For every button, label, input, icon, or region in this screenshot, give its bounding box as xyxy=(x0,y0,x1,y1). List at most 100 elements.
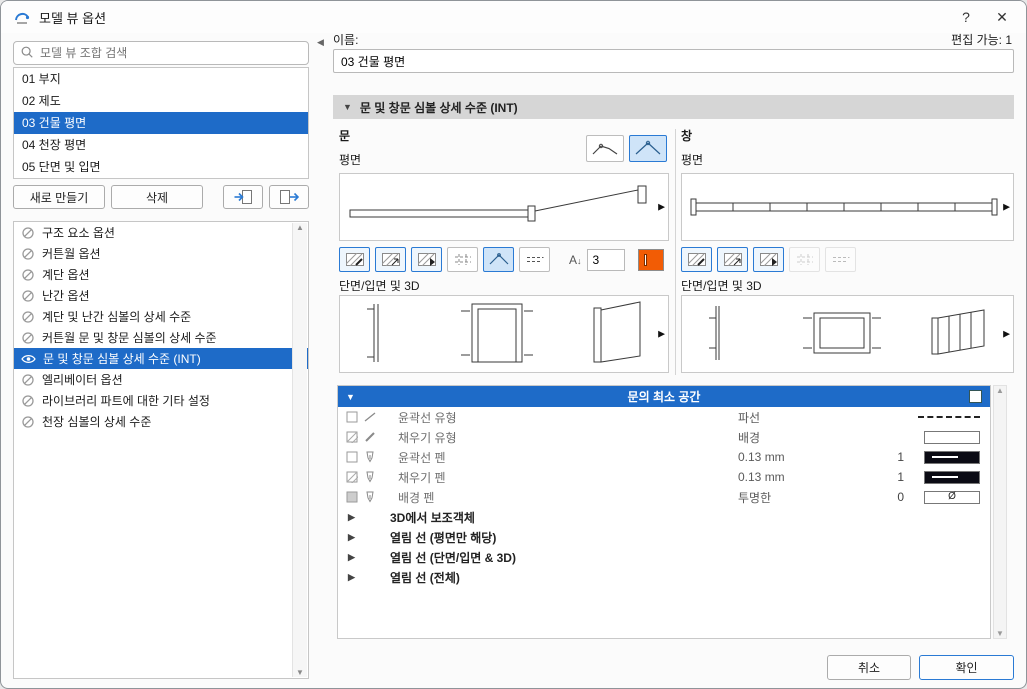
expand-group-icon[interactable]: ▶ xyxy=(346,512,390,523)
cancel-button[interactable]: 취소 xyxy=(827,655,911,680)
row-label: 윤곽선 펜 xyxy=(398,450,446,465)
table-row[interactable]: 윤곽선 펜 0.13 mm 1 xyxy=(338,447,990,467)
options-item[interactable]: 라이브러리 파트에 대한 기타 설정 xyxy=(14,390,308,411)
window-elevation-preview[interactable]: ▶ xyxy=(681,295,1014,373)
search-input[interactable] xyxy=(40,46,302,60)
panel-collapse-arrow[interactable]: ◀ xyxy=(317,37,324,48)
window-grid-toggle[interactable] xyxy=(789,247,820,272)
door-elevation-popup-arrow[interactable]: ▶ xyxy=(658,329,665,340)
options-item-label: 문 및 창문 심볼 상세 수준 (INT) xyxy=(43,352,201,366)
door-plan-style-flat-button[interactable] xyxy=(586,135,624,162)
row-pen: 1 xyxy=(897,470,904,484)
combination-item[interactable]: 04 천장 평면 xyxy=(14,134,308,156)
table-group-collapsed[interactable]: ▶ 열림 선 (전체) xyxy=(338,567,990,587)
window-plan-symbol xyxy=(690,198,998,216)
table-scrollbar[interactable]: ▲ ▼ xyxy=(993,385,1007,639)
window-plan-preview[interactable]: ▶ xyxy=(681,173,1014,241)
scroll-down-icon[interactable]: ▼ xyxy=(296,668,304,677)
import-combination-button[interactable] xyxy=(223,185,263,209)
section-header[interactable]: ▼ 문 및 창문 심볼 상세 수준 (INT) xyxy=(333,95,1014,119)
hidden-eye-icon xyxy=(22,373,34,386)
door-plan-preview[interactable]: ▶ xyxy=(339,173,669,241)
model-view-options-dialog: 모델 뷰 옵션 ? ✕ 01 부지 02 제도 03 건물 평면 04 천장 평… xyxy=(0,0,1027,689)
table-row[interactable]: 채우기 펜 0.13 mm 1 xyxy=(338,467,990,487)
options-item[interactable]: 계단 및 난간 심볼의 상세 수준 xyxy=(14,306,308,327)
table-row[interactable]: 윤곽선 유형 파선 xyxy=(338,407,990,427)
close-button[interactable]: ✕ xyxy=(984,4,1020,30)
options-item[interactable]: 커튼월 문 및 창문 심볼의 상세 수준 xyxy=(14,327,308,348)
window-fill-pen-toggle[interactable] xyxy=(753,247,784,272)
door-dash-toggle[interactable] xyxy=(519,247,550,272)
door-text-size-input[interactable] xyxy=(586,248,625,271)
table-group-header[interactable]: ▼ 문의 최소 공간 xyxy=(338,386,990,407)
pen-bar-icon xyxy=(643,253,647,266)
pen-preview[interactable] xyxy=(924,450,980,464)
scroll-up-icon[interactable]: ▲ xyxy=(996,386,1004,395)
table-group-collapsed[interactable]: ▶ 열림 선 (평면만 해당) xyxy=(338,527,990,547)
options-item[interactable]: 커튼월 옵션 xyxy=(14,243,308,264)
filled-square-icon xyxy=(346,491,358,503)
outline-square-icon xyxy=(346,451,358,463)
row-value[interactable]: 0.13 mm xyxy=(738,450,870,464)
ok-button[interactable]: 확인 xyxy=(919,655,1014,680)
door-grid-toggle[interactable] xyxy=(447,247,478,272)
combination-item[interactable]: 01 부지 xyxy=(14,68,308,90)
combination-item-selected[interactable]: 03 건물 평면 xyxy=(14,112,308,134)
export-combination-button[interactable] xyxy=(269,185,309,209)
window-elevation-popup-arrow[interactable]: ▶ xyxy=(1003,329,1010,340)
scroll-down-icon[interactable]: ▼ xyxy=(996,629,1004,638)
help-button[interactable]: ? xyxy=(948,4,984,30)
table-group-collapsed[interactable]: ▶ 열림 선 (단면/입면 & 3D) xyxy=(338,547,990,567)
expand-group-icon[interactable]: ▶ xyxy=(346,572,390,583)
table-group-collapsed[interactable]: ▶ 3D에서 보조객체 xyxy=(338,507,990,527)
door-fill-pen-toggle[interactable] xyxy=(411,247,442,272)
window-dash-toggle[interactable] xyxy=(825,247,856,272)
options-item[interactable]: 계단 옵션 xyxy=(14,264,308,285)
delete-combination-button[interactable]: 삭제 xyxy=(111,185,203,209)
linetype-icon xyxy=(364,412,376,422)
door-min-space-table: ▼ 문의 최소 공간 윤곽선 유형 파선 채우기 유형 배경 윤곽선 펜 0.1… xyxy=(337,385,991,639)
options-item-selected[interactable]: 문 및 창문 심볼 상세 수준 (INT) xyxy=(14,348,308,369)
options-item[interactable]: 난간 옵션 xyxy=(14,285,308,306)
options-list-scrollbar[interactable]: ▲ ▼ xyxy=(292,223,307,677)
door-fill-arrow-toggle[interactable] xyxy=(375,247,406,272)
expand-group-icon[interactable]: ▶ xyxy=(346,532,390,543)
options-item-label: 라이브러리 파트에 대한 기타 설정 xyxy=(42,394,210,408)
pen-preview[interactable] xyxy=(924,470,980,484)
door-plan-popup-arrow[interactable]: ▶ xyxy=(658,202,665,213)
transparent-pen-preview[interactable]: Ø xyxy=(924,490,980,504)
pen-nib-icon xyxy=(366,491,374,503)
row-value[interactable]: 파선 xyxy=(738,409,870,426)
door-elevation-preview[interactable]: ▶ xyxy=(339,295,669,373)
fill-preview[interactable] xyxy=(924,430,980,444)
door-marker-toggle[interactable] xyxy=(483,247,514,272)
row-value[interactable]: 배경 xyxy=(738,429,870,446)
hatch-pen-icon xyxy=(417,253,436,266)
combination-item[interactable]: 02 제도 xyxy=(14,90,308,112)
combination-name-input[interactable] xyxy=(333,49,1014,73)
window-plan-popup-arrow[interactable]: ▶ xyxy=(1003,202,1010,213)
door-fill-pencil-toggle[interactable] xyxy=(339,247,370,272)
door-pen-color-swatch[interactable] xyxy=(637,248,664,271)
expand-group-icon[interactable]: ▶ xyxy=(346,552,390,563)
options-item[interactable]: 구조 요소 옵션 xyxy=(14,222,308,243)
dialog-title: 모델 뷰 옵션 xyxy=(39,10,107,26)
new-combination-button[interactable]: 새로 만들기 xyxy=(13,185,105,209)
options-item-label: 계단 및 난간 심볼의 상세 수준 xyxy=(42,310,192,324)
collapse-section-icon[interactable]: ▼ xyxy=(343,102,352,112)
row-value[interactable]: 0.13 mm xyxy=(738,470,870,484)
options-item[interactable]: 엘리베이터 옵션 xyxy=(14,369,308,390)
table-row[interactable]: 채우기 유형 배경 xyxy=(338,427,990,447)
table-row[interactable]: 배경 펜 투명한 0 Ø xyxy=(338,487,990,507)
combination-item[interactable]: 05 단면 및 입면 xyxy=(14,156,308,178)
row-value[interactable]: 투명한 xyxy=(738,489,870,506)
group-checkbox[interactable] xyxy=(969,390,982,403)
window-fill-pencil-toggle[interactable] xyxy=(681,247,712,272)
linetype-preview[interactable] xyxy=(918,416,980,418)
options-item-label: 계단 옵션 xyxy=(42,268,90,282)
options-item[interactable]: 천장 심볼의 상세 수준 xyxy=(14,411,308,432)
scroll-up-icon[interactable]: ▲ xyxy=(296,223,304,232)
window-fill-arrow-toggle[interactable] xyxy=(717,247,748,272)
row-label: 채우기 유형 xyxy=(398,430,457,445)
door-plan-style-peak-button[interactable] xyxy=(629,135,667,162)
